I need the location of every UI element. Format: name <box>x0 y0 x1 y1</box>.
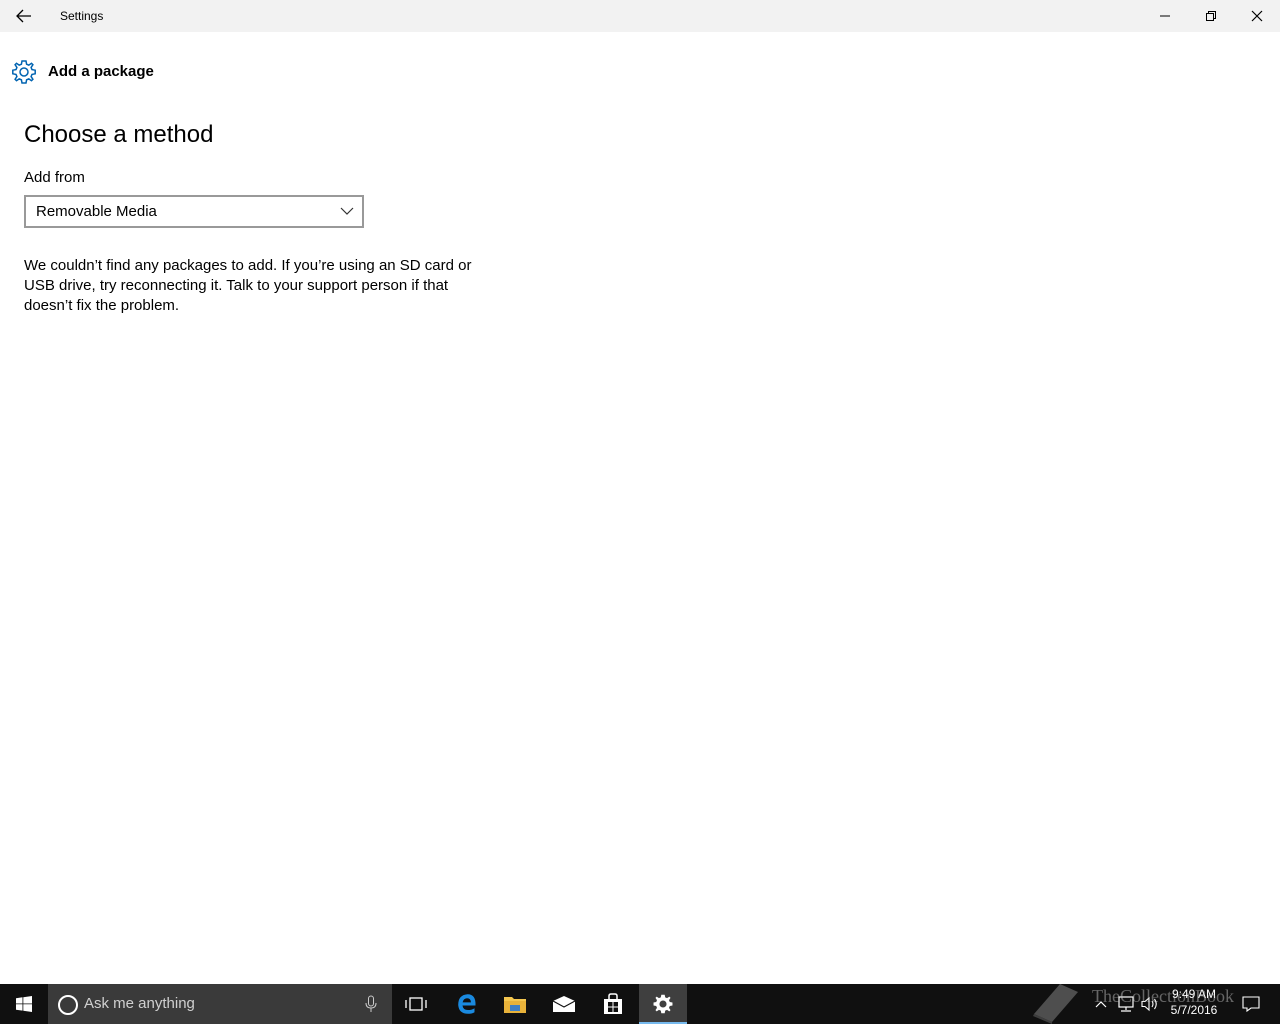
page-title: Add a package <box>48 63 154 80</box>
no-packages-message: We couldn’t find any packages to add. If… <box>24 257 472 314</box>
add-from-value: Removable Media <box>36 203 157 220</box>
close-button[interactable] <box>1234 0 1280 32</box>
clock[interactable]: 9:49 AM 5/7/2016 <box>1162 986 1226 1018</box>
clock-date: 5/7/2016 <box>1170 1003 1218 1017</box>
restore-icon <box>1206 11 1216 21</box>
store-button[interactable] <box>589 984 637 1024</box>
back-button[interactable] <box>0 0 48 32</box>
volume-icon <box>1141 996 1157 1012</box>
add-from-label: Add from <box>24 169 85 186</box>
settings-icon <box>653 994 673 1014</box>
mail-button[interactable] <box>540 984 588 1024</box>
section-heading: Choose a method <box>24 121 214 148</box>
taskbar: Ask me anything 9:49 AM 5/7/2016 <box>0 984 1280 1024</box>
window-title: Settings <box>60 9 104 23</box>
search-placeholder: Ask me anything <box>84 995 195 1012</box>
add-from-dropdown[interactable]: Removable Media <box>24 195 364 228</box>
edge-icon <box>458 994 476 1014</box>
close-icon <box>1251 10 1263 22</box>
title-bar: Settings <box>0 0 1280 32</box>
task-view-icon <box>405 997 427 1011</box>
start-button[interactable] <box>0 984 48 1024</box>
cortana-icon <box>58 995 78 1015</box>
clock-time: 9:49 AM <box>1171 987 1217 1001</box>
task-view-button[interactable] <box>392 984 440 1024</box>
chevron-down-icon <box>340 207 354 215</box>
store-icon <box>604 993 622 1014</box>
file-explorer-icon <box>504 997 526 1013</box>
minimize-icon <box>1160 15 1170 17</box>
back-arrow-icon <box>16 9 31 23</box>
action-center-button[interactable] <box>1236 984 1266 1024</box>
network-icon <box>1118 996 1134 1012</box>
gear-icon <box>12 60 36 84</box>
edge-button[interactable] <box>443 984 491 1024</box>
settings-taskbar-button[interactable] <box>639 984 687 1024</box>
minimize-button[interactable] <box>1142 0 1188 32</box>
search-box[interactable]: Ask me anything <box>48 984 392 1024</box>
restore-button[interactable] <box>1188 0 1234 32</box>
microphone-icon[interactable] <box>364 995 378 1013</box>
show-hidden-icons-button[interactable] <box>1092 984 1110 1024</box>
action-center-icon <box>1242 996 1260 1012</box>
mail-icon <box>552 996 576 1012</box>
windows-logo-icon <box>16 996 32 1012</box>
chevron-up-icon <box>1095 1001 1107 1008</box>
network-button[interactable] <box>1114 984 1138 1024</box>
volume-button[interactable] <box>1138 984 1162 1024</box>
file-explorer-button[interactable] <box>491 984 539 1024</box>
